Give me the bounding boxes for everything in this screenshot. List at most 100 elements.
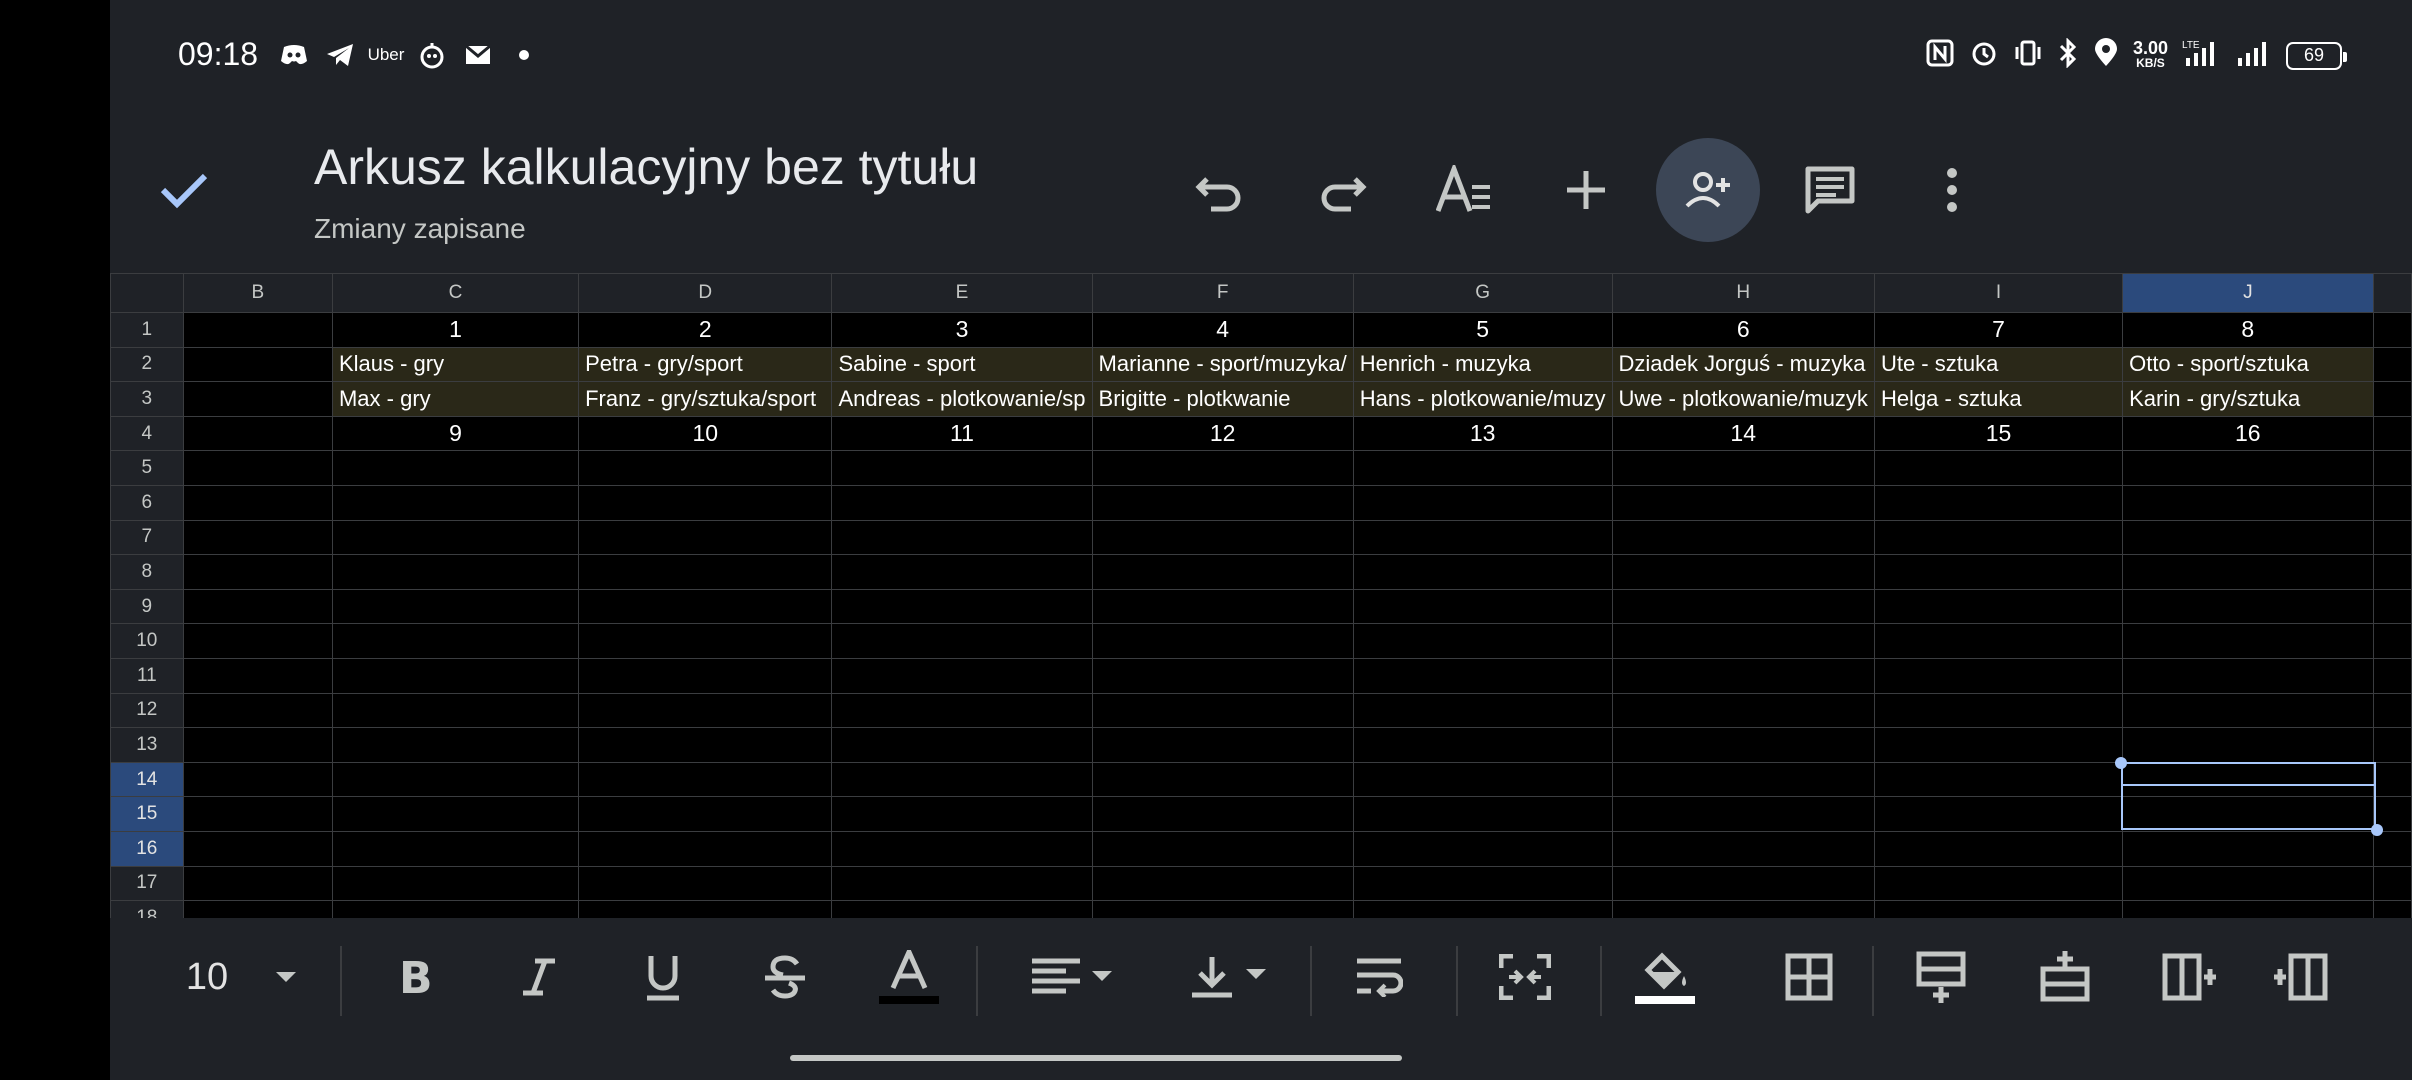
cell-g15[interactable] [1352,796,1613,832]
cell-d11[interactable] [578,657,833,694]
cell-e6[interactable] [831,484,1093,521]
cell-i10[interactable] [1873,623,2124,659]
cell-i2[interactable]: Ute - sztuka [1873,346,2124,383]
borders-button[interactable] [1766,942,1852,1012]
cell-f11[interactable] [1091,657,1354,694]
cell-c14[interactable] [331,761,580,798]
cell-k17[interactable] [2372,865,2412,902]
cell-j2[interactable]: Otto - sport/sztuka [2122,346,2374,383]
cell-h11[interactable] [1611,657,1875,694]
cell-j18[interactable] [2122,900,2374,918]
cell-g12[interactable] [1352,692,1613,729]
row-header-18[interactable]: 18 [110,900,184,918]
cell-e12[interactable] [831,692,1093,729]
cell-h8[interactable] [1611,554,1875,590]
fill-color-button[interactable] [1622,942,1708,1012]
cell-b12[interactable] [182,692,333,729]
cell-d4[interactable]: 10 [578,415,833,452]
italic-button[interactable] [496,942,582,1012]
undo-button[interactable] [1168,138,1272,242]
cell-d2[interactable]: Petra - gry/sport [578,346,833,383]
cell-i12[interactable] [1873,692,2124,729]
cell-c18[interactable] [331,900,580,918]
cell-j10[interactable] [2122,623,2374,659]
cell-b13[interactable] [182,727,333,763]
cell-d13[interactable] [578,727,833,763]
cell-g6[interactable] [1352,484,1613,521]
cell-d8[interactable] [578,554,833,590]
cell-f12[interactable] [1091,692,1354,729]
bold-button[interactable]: B [372,942,458,1012]
cell-i7[interactable] [1873,519,2124,556]
row-header-1[interactable]: 1 [110,312,184,348]
cell-f9[interactable] [1091,588,1354,625]
cell-k7[interactable] [2372,519,2412,556]
cell-d10[interactable] [578,623,833,659]
cell-c6[interactable] [331,484,580,521]
strikethrough-button[interactable] [742,942,828,1012]
row-header-17[interactable]: 17 [110,865,184,902]
cell-c11[interactable] [331,657,580,694]
cell-f6[interactable] [1091,484,1354,521]
cell-g5[interactable] [1352,450,1613,486]
cell-b4[interactable] [182,415,333,452]
underline-button[interactable] [620,942,706,1012]
cell-e9[interactable] [831,588,1093,625]
cell-f7[interactable] [1091,519,1354,556]
cell-k14[interactable] [2372,761,2412,798]
cell-j9[interactable] [2122,588,2374,625]
cell-i8[interactable] [1873,554,2124,590]
active-cell[interactable] [2121,762,2376,786]
insert-row-below-button[interactable] [2022,942,2108,1012]
cell-e18[interactable] [831,900,1093,918]
more-options-button[interactable] [1900,138,2004,242]
cell-d9[interactable] [578,588,833,625]
cell-h13[interactable] [1611,727,1875,763]
cell-h5[interactable] [1611,450,1875,486]
row-header-6[interactable]: 6 [110,484,184,521]
cell-h18[interactable] [1611,900,1875,918]
cell-f18[interactable] [1091,900,1354,918]
cell-f14[interactable] [1091,761,1354,798]
cell-j11[interactable] [2122,657,2374,694]
cell-g13[interactable] [1352,727,1613,763]
cell-d7[interactable] [578,519,833,556]
row-header-3[interactable]: 3 [110,381,184,417]
row-header-8[interactable]: 8 [110,554,184,590]
cell-g17[interactable] [1352,865,1613,902]
comments-button[interactable] [1778,138,1882,242]
cell-c10[interactable] [331,623,580,659]
cell-d3[interactable]: Franz - gry/sztuka/sport [578,381,833,417]
row-header-13[interactable]: 13 [110,727,184,763]
cell-h14[interactable] [1611,761,1875,798]
selection-handle-top[interactable] [2115,757,2127,769]
cell-k1[interactable] [2372,312,2412,348]
cell-e14[interactable] [831,761,1093,798]
row-header-2[interactable]: 2 [110,346,184,383]
cell-j7[interactable] [2122,519,2374,556]
cell-h12[interactable] [1611,692,1875,729]
column-header-j[interactable]: J [2122,273,2374,313]
cell-j13[interactable] [2122,727,2374,763]
insert-column-left-button[interactable] [2146,942,2232,1012]
cell-e17[interactable] [831,865,1093,902]
column-header-i[interactable]: I [1873,273,2124,313]
cell-i13[interactable] [1873,727,2124,763]
cell-e7[interactable] [831,519,1093,556]
cell-h6[interactable] [1611,484,1875,521]
merge-cells-button[interactable] [1482,942,1568,1012]
cell-b8[interactable] [182,554,333,590]
cell-b14[interactable] [182,761,333,798]
cell-d12[interactable] [578,692,833,729]
cell-k10[interactable] [2372,623,2412,659]
column-header-g[interactable]: G [1352,273,1613,313]
cell-e10[interactable] [831,623,1093,659]
cell-b10[interactable] [182,623,333,659]
cell-h4[interactable]: 14 [1611,415,1875,452]
cell-i5[interactable] [1873,450,2124,486]
cell-f8[interactable] [1091,554,1354,590]
cell-b1[interactable] [182,312,333,348]
cell-d18[interactable] [578,900,833,918]
done-check-button[interactable] [154,160,214,220]
cell-g1[interactable]: 5 [1352,312,1613,348]
